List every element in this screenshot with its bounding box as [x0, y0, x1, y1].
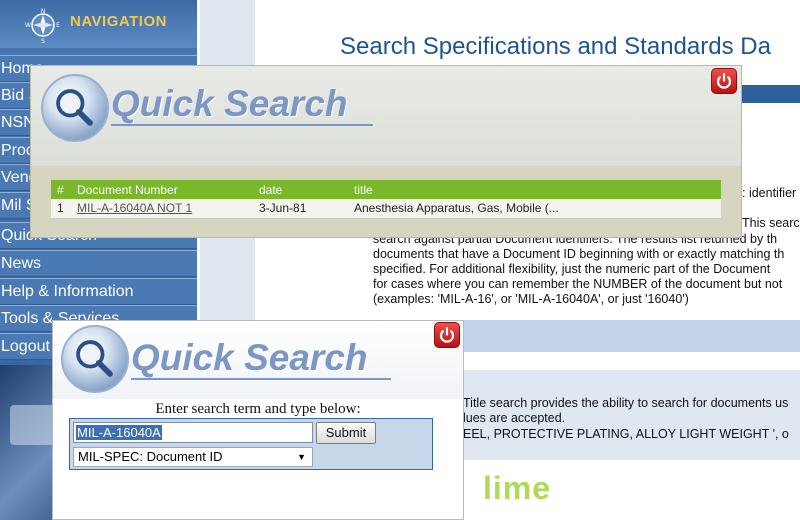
results-title-underline [111, 124, 373, 126]
form-window-title: Quick Search [131, 337, 368, 378]
watermark-lime: lime [483, 470, 552, 506]
svg-text:N: N [41, 8, 46, 15]
search-prompt: Enter search term and type below: [155, 401, 361, 417]
row-number: 1 [51, 199, 71, 219]
search-type-select[interactable]: MIL-SPEC: Document ID ▼ [73, 447, 313, 467]
column-header-number: # [51, 180, 71, 199]
row-date: 3-Jun-81 [253, 199, 348, 219]
svg-text:W: W [25, 22, 31, 29]
sidebar-item-news[interactable]: News [0, 250, 197, 277]
power-icon[interactable] [434, 322, 460, 348]
table-row[interactable]: 1 MIL-A-16040A NOT 1 3-Jun-81 Anesthesia… [51, 199, 721, 219]
svg-text:E: E [56, 22, 60, 29]
doc-id-text-5: specified. For additional flexibility, j… [373, 262, 771, 276]
doc-id-text-4: documents that have a Document ID beginn… [373, 247, 785, 261]
doc-id-text-7: (examples: 'MIL-A-16', or 'MIL-A-16040A'… [373, 292, 689, 306]
title-search-text-3: EEL, PROTECTIVE PLATING, ALLOY LIGHT WEI… [463, 427, 789, 441]
doc-id-text-1: : identifier [742, 186, 797, 200]
column-header-title[interactable]: title [348, 180, 721, 199]
search-form: MIL-A-16040A Submit MIL-SPEC: Document I… [69, 418, 433, 470]
magnifier-icon [61, 325, 129, 393]
page-title: Search Specifications and Standards Da [340, 33, 771, 60]
column-header-document-number[interactable]: Document Number [71, 180, 253, 199]
navigation-header: N W E S NAVIGATION [0, 0, 197, 48]
compass-icon: N W E S [25, 8, 60, 44]
form-title-underline [131, 378, 391, 380]
svg-text:S: S [41, 38, 45, 44]
submit-button[interactable]: Submit [316, 422, 376, 444]
title-search-text-1: Title search provides the ability to sea… [463, 396, 789, 410]
watermark-download: download.com [551, 470, 788, 506]
doc-id-text-6: for cases where you can remember the NUM… [373, 277, 783, 291]
dropdown-arrow-icon: ▼ [297, 452, 306, 462]
row-title: Anesthesia Apparatus, Gas, Mobile (... [348, 199, 721, 219]
search-type-value: MIL-SPEC: Document ID [78, 449, 223, 464]
column-header-date[interactable]: date [253, 180, 348, 199]
navigation-title: NAVIGATION [70, 13, 167, 30]
magnifier-icon [41, 74, 109, 142]
title-search-text-2: lues are accepted. [463, 411, 566, 425]
results-table: # Document Number date title 1 MIL-A-160… [51, 180, 721, 219]
results-header-row: # Document Number date title [51, 180, 721, 199]
search-input[interactable]: MIL-A-16040A [73, 422, 313, 443]
results-window-title: Quick Search [111, 83, 348, 124]
search-input-value: MIL-A-16040A [76, 425, 162, 440]
doc-id-text-2: This search [742, 216, 800, 230]
sidebar-item-help[interactable]: Help & Information [0, 278, 197, 305]
quick-search-results-window: Quick Search # Document Number date titl… [30, 65, 742, 238]
quick-search-form-window: Quick Search Enter search term and type … [52, 320, 464, 520]
document-number-link[interactable]: MIL-A-16040A NOT 1 [77, 201, 192, 215]
power-icon[interactable] [711, 68, 737, 94]
watermark: limedownload.com [483, 470, 787, 507]
